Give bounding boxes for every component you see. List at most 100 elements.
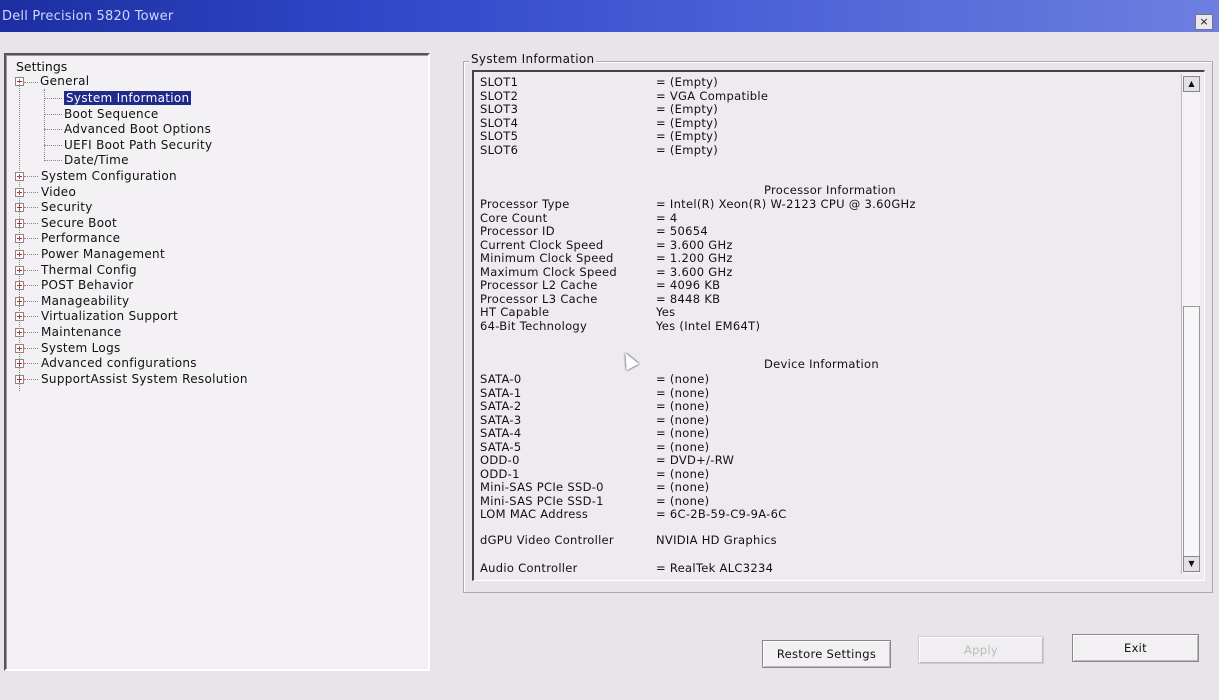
- tree-item-virtualization-support[interactable]: Virtualization Support: [41, 309, 178, 323]
- info-value: = DVD+/-RW: [656, 453, 735, 467]
- tree-item-power-management[interactable]: Power Management: [41, 247, 165, 261]
- info-value: = 3.600 GHz: [656, 264, 733, 279]
- info-row: Processor Type = Intel(R) Xeon(R) W-2123…: [480, 197, 916, 211]
- info-value: = (none): [656, 372, 710, 386]
- info-value: = (none): [656, 480, 710, 494]
- info-label: SATA-5: [480, 439, 522, 454]
- tree-item-uefi-boot-path-security[interactable]: UEFI Boot Path Security: [64, 138, 212, 152]
- info-value: = (none): [656, 385, 710, 400]
- tree-item-date-time[interactable]: Date/Time: [64, 153, 129, 167]
- info-label: Processor L2 Cache: [480, 278, 598, 292]
- info-label: SLOT6: [480, 143, 519, 157]
- scroll-down-button[interactable]: ▼: [1183, 556, 1200, 572]
- info-value: = (none): [656, 399, 710, 413]
- info-value: = RealTek ALC3234: [656, 561, 774, 575]
- info-value: = (none): [656, 412, 710, 427]
- info-label: SATA-0: [480, 372, 522, 386]
- info-label: SLOT1: [480, 75, 519, 89]
- system-information-panel: SLOT1 = (Empty) SLOT2 = VGA Compatible S…: [472, 70, 1205, 581]
- info-label: Current Clock Speed: [480, 237, 604, 252]
- tree-item-manageability[interactable]: Manageability: [41, 294, 129, 308]
- apply-button[interactable]: Apply: [918, 636, 1044, 664]
- info-value: = (none): [656, 439, 710, 454]
- info-row: Mini-SAS PCIe SSD-1 = (none): [480, 494, 709, 508]
- info-label: SLOT3: [480, 102, 519, 117]
- info-value: = 1.200 GHz: [656, 251, 733, 265]
- info-value: = 4: [656, 210, 678, 225]
- tree-item-system-information[interactable]: System Information: [64, 91, 192, 105]
- tree-item-secure-boot[interactable]: Secure Boot: [41, 216, 117, 230]
- info-row: SLOT5 = (Empty): [480, 129, 718, 143]
- info-label: Minimum Clock Speed: [480, 251, 614, 265]
- info-row: SATA-3 = (none): [480, 413, 709, 427]
- close-button[interactable]: ×: [1195, 14, 1213, 30]
- scroll-thumb[interactable]: [1183, 306, 1200, 558]
- info-row: SATA-5 = (none): [480, 439, 709, 454]
- info-label: ODD-0: [480, 453, 520, 467]
- scrollbar[interactable]: ▲ ▼: [1181, 74, 1200, 574]
- info-label: SLOT2: [480, 88, 519, 103]
- restore-settings-button[interactable]: Restore Settings: [762, 640, 891, 668]
- info-label: 64-Bit Technology: [480, 318, 588, 333]
- tree-item-system-logs[interactable]: System Logs: [41, 341, 121, 355]
- info-value: = (none): [656, 426, 710, 440]
- info-value: Yes (Intel EM64T): [656, 318, 761, 333]
- info-row: SLOT2 = VGA Compatible: [480, 88, 768, 103]
- info-label: SATA-2: [480, 399, 522, 413]
- info-value: = (none): [656, 493, 710, 508]
- info-label: ODD-1: [480, 466, 520, 481]
- tree-item-supportassist-system-resolution[interactable]: SupportAssist System Resolution: [41, 372, 248, 386]
- info-row: Processor ID = 50654: [480, 224, 708, 238]
- info-row: SATA-1 = (none): [480, 386, 709, 400]
- info-row: Core Count = 4: [480, 210, 677, 225]
- tree-item-thermal-config[interactable]: Thermal Config: [41, 263, 137, 277]
- tree-item-system-configuration[interactable]: System Configuration: [41, 169, 177, 183]
- tree-item-security[interactable]: Security: [41, 200, 93, 214]
- info-row: SATA-4 = (none): [480, 426, 709, 440]
- tree-item-general[interactable]: General: [40, 74, 89, 88]
- info-row: SLOT3 = (Empty): [480, 102, 718, 117]
- info-value: = (Empty): [656, 102, 719, 117]
- info-label: Core Count: [480, 210, 548, 225]
- info-label: SLOT4: [480, 115, 519, 130]
- info-row: Mini-SAS PCIe SSD-0 = (none): [480, 480, 709, 494]
- processor-heading: Processor Information: [764, 183, 896, 197]
- info-label: Processor L3 Cache: [480, 291, 598, 306]
- info-row: ODD-0 = DVD+/-RW: [480, 453, 734, 467]
- device-heading: Device Information: [764, 357, 879, 371]
- group-title: System Information: [469, 52, 597, 66]
- exit-button[interactable]: Exit: [1072, 634, 1199, 662]
- info-label: HT Capable: [480, 305, 550, 319]
- settings-tree: Settings − General System Information Boot …: [4, 53, 430, 671]
- tree-item-video[interactable]: Video: [41, 185, 76, 199]
- info-row: Minimum Clock Speed = 1.200 GHz: [480, 251, 732, 265]
- tree-item-performance[interactable]: Performance: [41, 231, 120, 245]
- info-label: Audio Controller: [480, 561, 578, 575]
- info-row: Maximum Clock Speed = 3.600 GHz: [480, 265, 732, 279]
- info-label: Mini-SAS PCIe SSD-0: [480, 480, 604, 494]
- info-value: NVIDIA HD Graphics: [656, 533, 777, 547]
- info-row: Audio Controller = RealTek ALC3234: [480, 561, 773, 575]
- tree-item-boot-sequence[interactable]: Boot Sequence: [64, 107, 159, 121]
- info-row: SATA-0 = (none): [480, 372, 709, 386]
- tree-root-label: Settings: [16, 59, 68, 74]
- info-value: = Intel(R) Xeon(R) W-2123 CPU @ 3.60GHz: [656, 197, 916, 211]
- info-row: SATA-2 = (none): [480, 399, 709, 413]
- info-value: = 50654: [656, 224, 708, 238]
- tree-item-advanced-configurations[interactable]: Advanced configurations: [41, 356, 197, 370]
- info-value: = 6C-2B-59-C9-9A-6C: [656, 507, 787, 521]
- info-value: = (Empty): [656, 143, 719, 157]
- tree-item-post-behavior[interactable]: POST Behavior: [41, 278, 134, 292]
- info-value: = (Empty): [656, 75, 719, 89]
- info-label: dGPU Video Controller: [480, 533, 614, 547]
- scroll-up-button[interactable]: ▲: [1183, 76, 1200, 92]
- info-row: LOM MAC Address = 6C-2B-59-C9-9A-6C: [480, 507, 786, 521]
- window-title: Dell Precision 5820 Tower: [2, 9, 174, 24]
- info-row: 64-Bit Technology Yes (Intel EM64T): [480, 318, 760, 333]
- info-row: Current Clock Speed = 3.600 GHz: [480, 237, 732, 252]
- info-row: SLOT6 = (Empty): [480, 143, 718, 157]
- info-row: dGPU Video Controller NVIDIA HD Graphics: [480, 533, 777, 547]
- tree-item-maintenance[interactable]: Maintenance: [41, 325, 122, 339]
- info-row: ODD-1 = (none): [480, 466, 709, 481]
- tree-item-advanced-boot-options[interactable]: Advanced Boot Options: [64, 122, 211, 136]
